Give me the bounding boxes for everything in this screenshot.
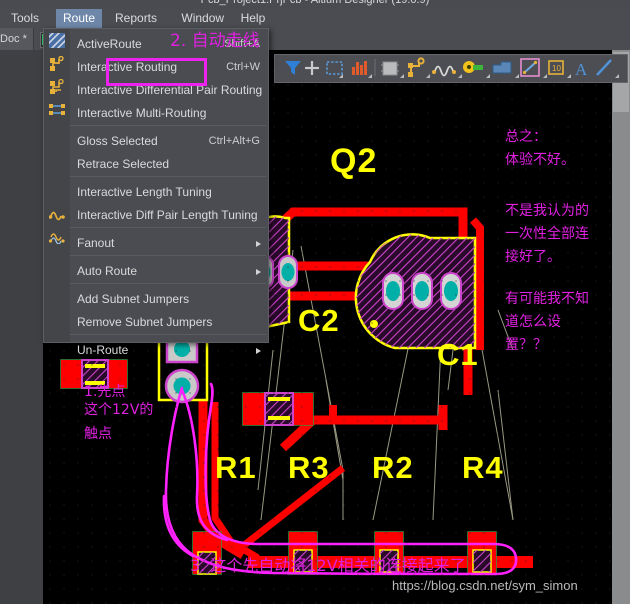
vertical-scrollbar[interactable] [612, 50, 630, 604]
menubar-item-route[interactable]: Route [56, 9, 102, 28]
menu-item-label: Retrace Selected [77, 153, 169, 176]
watermark-url: https://blog.csdn.net/sym_simon [392, 578, 578, 593]
menu-item-label: Add Subnet Jumpers [77, 288, 189, 311]
menu-separator [70, 227, 266, 228]
dropdown-arrow[interactable] [615, 74, 619, 78]
menu-item-shortcut: Ctrl+W [226, 56, 260, 79]
menubar-item-window[interactable]: Window [174, 9, 231, 28]
place-coordinate-icon: 10 [549, 61, 563, 74]
menu-item-label: Remove Subnet Jumpers [77, 311, 212, 334]
menu-item-label: Interactive Length Tuning [77, 181, 212, 204]
menu-item-label: Auto Route [77, 260, 137, 283]
menu-separator [70, 176, 266, 177]
dropdown-arrow[interactable] [339, 74, 343, 78]
menu-item-label: Un-Route [77, 339, 128, 362]
menubar-item-tools[interactable]: Tools [4, 9, 46, 28]
left-panel [0, 50, 43, 604]
designator-q2[interactable]: Q2 [330, 144, 377, 178]
route-menu-item-fanout[interactable]: Fanout [44, 232, 268, 255]
svg-text:A: A [575, 60, 588, 79]
annotation-conclusion-line3: 不是我认为的 [505, 202, 589, 220]
annotation-conclusion-line8: 置？？ [505, 336, 547, 354]
submenu-arrow-icon [256, 269, 261, 275]
annotation-step1-line3: 触点 [84, 425, 112, 443]
filter-icon [285, 61, 301, 75]
route-menu-item-gloss-selected[interactable]: Gloss Selected Ctrl+Alt+G [44, 130, 268, 153]
annotation-conclusion-line2: 体验不好。 [505, 151, 575, 169]
designator-c1[interactable]: C1 [437, 339, 479, 370]
annotation-conclusion-line6: 有可能我不知 [505, 290, 589, 308]
designator-r1[interactable]: R1 [215, 452, 257, 483]
menu-item-label: Gloss Selected [77, 130, 158, 153]
dropdown-arrow[interactable] [515, 74, 519, 78]
dropdown-arrow[interactable] [543, 74, 547, 78]
multi-routing-icon [49, 102, 65, 117]
route-menu[interactable]: ActiveRouteShift+AInteractive RoutingCtr… [43, 28, 269, 343]
menu-item-label: Interactive Diff Pair Length Tuning [77, 204, 258, 227]
route-menu-item-interactive-multi-routing[interactable]: Interactive Multi-Routing [44, 102, 268, 125]
document-tab[interactable]: Doc * [0, 28, 34, 50]
place-fill-icon [493, 62, 511, 73]
annotation-conclusion-line1: 总之： [505, 128, 547, 146]
designator-r3[interactable]: R3 [288, 452, 330, 483]
menu-item-label: Fanout [77, 232, 114, 255]
designator-r2[interactable]: R2 [372, 452, 414, 483]
svg-text:10: 10 [552, 64, 561, 73]
menu-item-shortcut: Ctrl+Alt+G [209, 130, 260, 153]
place-component-icon [381, 62, 399, 75]
route-menu-item-auto-route[interactable]: Auto Route [44, 260, 268, 283]
length-tuning-icon [432, 67, 456, 76]
menu-item-label: Interactive Multi-Routing [77, 102, 206, 125]
altium-designer-window: Pcb_Project1.PrjPcb - Altium Designer (1… [0, 0, 630, 604]
submenu-arrow-icon [256, 241, 261, 247]
active-route-icon [49, 33, 65, 48]
pcb-toolbar: 10 A [274, 54, 628, 83]
annotation-step1-line2: 这个12V的 [84, 401, 153, 419]
interactive-routing-icon [49, 56, 65, 71]
annotation-step2: 2. 自动走线 [170, 32, 260, 50]
dropdown-arrow[interactable] [426, 74, 430, 78]
menu-separator [70, 255, 266, 256]
length-tuning-icon [49, 206, 65, 221]
dropdown-arrow[interactable] [458, 74, 462, 78]
route-menu-item-add-subnet-jumpers[interactable]: Add Subnet Jumpers [44, 288, 268, 311]
diff-pair-tuning-icon [49, 229, 65, 244]
menubar-item-reports[interactable]: Reports [108, 9, 164, 28]
annotation-step3: 3. 这个先自动将12V相关的连接起来了 [190, 557, 466, 575]
interactive-route-icon [408, 58, 424, 77]
place-dimension-icon [521, 59, 539, 76]
submenu-arrow-icon [256, 348, 261, 354]
polygon-pour-icon [352, 61, 367, 75]
place-pad-icon [463, 61, 483, 73]
route-menu-item-interactive-diff-pair-length-tuning[interactable]: Interactive Diff Pair Length Tuning [44, 204, 268, 227]
menubar-item-help[interactable]: Help [234, 9, 273, 28]
diff-pair-routing-icon [49, 79, 65, 94]
annotation-conclusion-line5: 接好了。 [505, 248, 561, 266]
dropdown-arrow[interactable] [400, 74, 404, 78]
annotation-conclusion-line4: 一次性全部连 [505, 225, 589, 243]
select-area-icon [327, 62, 342, 74]
menu-item-label: ActiveRoute [77, 33, 142, 56]
route-menu-item-remove-subnet-jumpers[interactable]: Remove Subnet Jumpers [44, 311, 268, 334]
menu-separator [70, 334, 266, 335]
annotation-conclusion-line7: 道怎么设 [505, 313, 561, 331]
menu-separator [70, 125, 266, 126]
route-menu-item-un-route[interactable]: Un-Route [44, 339, 268, 362]
menu-bar: Tools Route Reports WindowHelp [0, 9, 630, 28]
window-title: Pcb_Project1.PrjPcb - Altium Designer (1… [0, 0, 630, 6]
place-string-icon: A [575, 60, 588, 79]
menu-separator [70, 283, 266, 284]
annotation-step1-line1: 1.先点 [84, 383, 125, 401]
title-bar: Pcb_Project1.PrjPcb - Altium Designer (1… [0, 0, 630, 9]
place-via-icon [305, 61, 319, 75]
dropdown-arrow[interactable] [486, 74, 490, 78]
route-menu-item-retrace-selected[interactable]: Retrace Selected [44, 153, 268, 176]
dropdown-arrow[interactable] [567, 74, 571, 78]
place-line-icon [597, 60, 611, 75]
active-route-highlight-box [106, 58, 207, 86]
designator-c2[interactable]: C2 [298, 305, 340, 336]
dropdown-arrow[interactable] [368, 74, 372, 78]
designator-r4[interactable]: R4 [462, 452, 504, 483]
route-menu-item-interactive-length-tuning[interactable]: Interactive Length Tuning [44, 181, 268, 204]
